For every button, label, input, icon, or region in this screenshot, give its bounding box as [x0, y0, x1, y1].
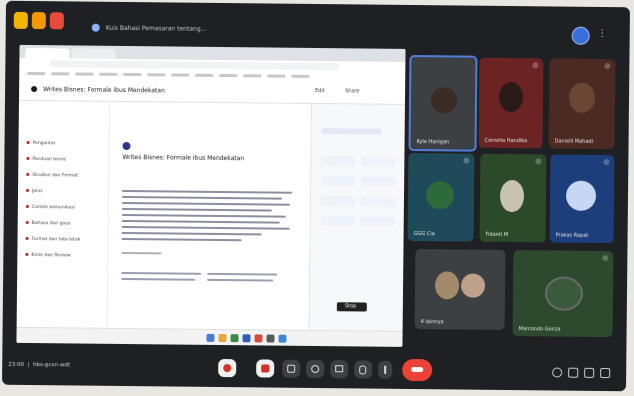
- present-button[interactable]: [330, 360, 349, 379]
- top-bar: Kuis Bahasi Pemasaran tentang... ⋮: [6, 1, 630, 48]
- taskbar-app-icon[interactable]: [254, 334, 263, 343]
- mic-button[interactable]: [218, 358, 237, 378]
- outline-item[interactable]: Format dan tata letak: [25, 236, 80, 243]
- info-icon[interactable]: [552, 367, 563, 378]
- participant-name: Prakas Rapat: [555, 232, 589, 239]
- window-button-orange[interactable]: [31, 12, 46, 30]
- participant-name: Fidanti M: [485, 231, 509, 239]
- meet-window: Kuis Bahasi Pemasaran tentang... ⋮ Write…: [2, 0, 630, 392]
- doc-outline: Pengantar Panduan bisnis Struktur dan Fo…: [16, 100, 110, 328]
- side-panel: [308, 103, 406, 331]
- window-button-red[interactable]: [49, 12, 64, 30]
- participant-name: Cornelia Handika: [484, 137, 528, 145]
- edit-button[interactable]: Edit: [315, 88, 325, 94]
- doc-avatar: [122, 141, 131, 151]
- captions-button[interactable]: [282, 359, 301, 378]
- participant-video: [425, 181, 455, 210]
- taskbar-app-icon[interactable]: [218, 333, 227, 343]
- outline-item[interactable]: Pengantar: [26, 140, 56, 146]
- participant-tile[interactable]: 4 lainnya: [414, 249, 506, 330]
- participant-tile[interactable]: Prakas Rapat: [549, 154, 615, 244]
- mic-off-icon: [604, 63, 611, 70]
- mic-off-icon: [532, 62, 539, 69]
- participant-name: Marcondo Gonza: [518, 326, 561, 333]
- participant-video: [434, 271, 460, 300]
- participant-tile[interactable]: Fidanti M: [479, 153, 547, 243]
- os-taskbar: [16, 326, 403, 347]
- outline-item[interactable]: Bahasa dan gaya: [25, 220, 71, 226]
- user-avatar[interactable]: [571, 26, 590, 45]
- mic-dropdown-button[interactable]: [200, 359, 214, 377]
- share-button[interactable]: Share: [345, 88, 359, 94]
- raise-hand-button[interactable]: [354, 360, 373, 379]
- meeting-code: hbs-gcxn-wdt: [32, 362, 71, 369]
- meeting-info: 23:00 | hbs-gcxn-wdt: [8, 361, 71, 369]
- shared-screen: Writes Bisnes: Formale ibus Mendekatan E…: [16, 44, 406, 347]
- doc-body: Writes Bisnes: Formale ibus Mendekatan: [111, 102, 309, 330]
- participant-tile[interactable]: Cornelia Handika: [478, 57, 544, 149]
- participant-video: [498, 81, 524, 113]
- taskbar-app-icon[interactable]: [278, 334, 287, 343]
- participant-video: [430, 87, 458, 114]
- browser-tab[interactable]: [71, 48, 116, 59]
- participant-name: 4 lainnya: [420, 319, 444, 326]
- outline-item[interactable]: Kirim dan Review: [25, 252, 70, 258]
- phone-icon: [411, 367, 424, 373]
- outline-item[interactable]: Struktur dan Format: [26, 172, 78, 179]
- taskbar-app-icon[interactable]: [206, 333, 215, 342]
- chat-icon[interactable]: [584, 367, 595, 378]
- participant-tile[interactable]: Marcondo Gonza: [512, 250, 614, 338]
- mic-off-icon: [602, 255, 609, 262]
- participant-tile[interactable]: GGG Cia: [407, 152, 475, 242]
- participant-avatar: [565, 180, 597, 211]
- participant-tile[interactable]: Kyle Hanigan: [408, 54, 478, 152]
- emoji-button[interactable]: [306, 359, 325, 379]
- mic-off-icon: [463, 157, 470, 164]
- outline-item[interactable]: Jenis: [26, 188, 43, 194]
- mic-off-icon: [603, 159, 610, 166]
- mic-off-icon: [535, 158, 542, 165]
- participant-video: [568, 82, 596, 113]
- people-icon[interactable]: [568, 367, 579, 378]
- control-bar: 23:00 | hbs-gcxn-wdt: [2, 349, 626, 392]
- participant-name: GGG Cia: [413, 231, 435, 238]
- tooltip: Stop: [336, 302, 367, 312]
- outline-item[interactable]: Panduan bisnis: [26, 156, 66, 162]
- participant-tile[interactable]: Danielli Mahadi: [548, 58, 616, 150]
- end-call-button[interactable]: [402, 358, 433, 382]
- meeting-title: Kuis Bahasi Pemasaran tentang...: [105, 24, 207, 33]
- meeting-icon: [91, 23, 100, 32]
- browser-tab[interactable]: [25, 47, 70, 59]
- outline-item[interactable]: Contoh komunikasi: [25, 204, 75, 210]
- doc-logo-icon: [31, 86, 38, 93]
- more-options-icon[interactable]: ⋮: [598, 29, 607, 39]
- participant-video: [499, 179, 525, 213]
- meeting-time: 23:00: [8, 361, 25, 368]
- taskbar-app-icon[interactable]: [230, 334, 239, 343]
- taskbar-app-icon[interactable]: [266, 334, 275, 343]
- window-button-yellow[interactable]: [13, 11, 28, 29]
- participant-avatar: [460, 273, 486, 298]
- doc-title: Writes Bisnes: Formale ibus Mendekatan: [43, 86, 165, 95]
- camera-button[interactable]: [256, 359, 275, 378]
- participant-video: [544, 276, 584, 311]
- taskbar-app-icon[interactable]: [242, 334, 251, 343]
- participant-name: Kyle Hanigan: [416, 139, 450, 146]
- activities-icon[interactable]: [600, 367, 611, 379]
- doc-heading: Writes Bisnes: Formale ibus Mendekatan: [122, 153, 245, 163]
- participant-name: Danielli Mahadi: [554, 138, 594, 145]
- more-options-button[interactable]: [378, 360, 393, 379]
